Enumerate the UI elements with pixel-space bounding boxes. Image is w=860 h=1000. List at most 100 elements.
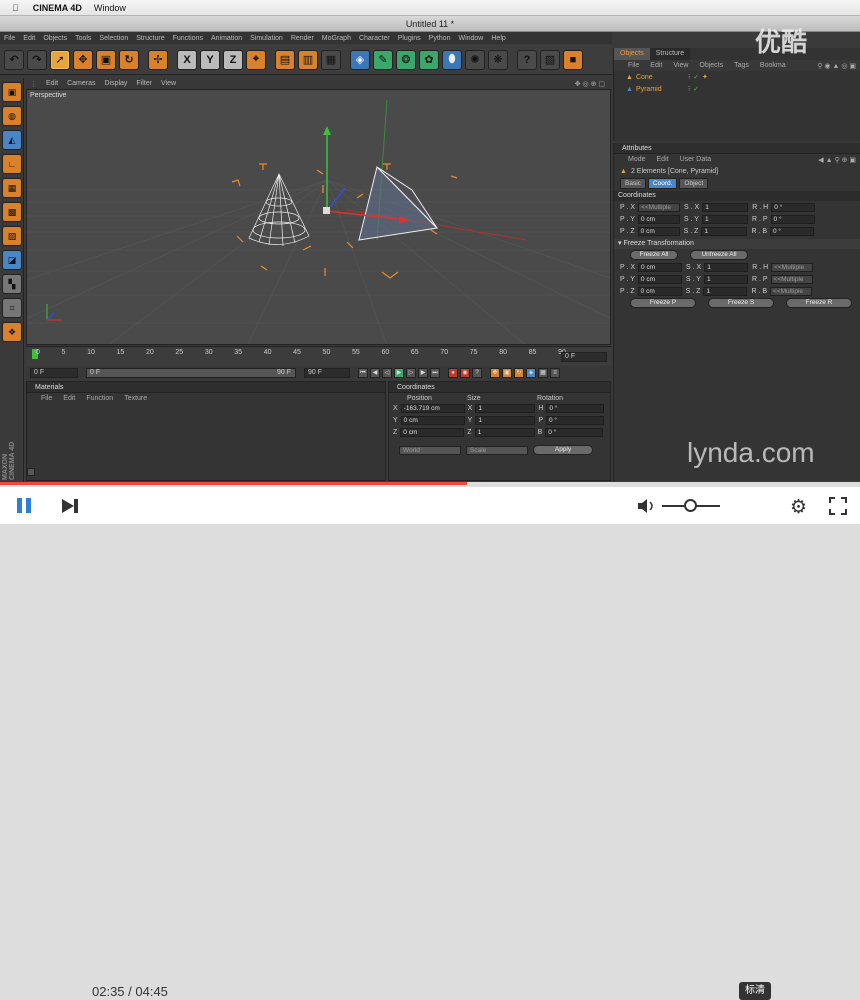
go-to-end-icon[interactable]: ⏭ xyxy=(430,368,440,378)
spline-pen-icon[interactable]: ✎ xyxy=(373,49,393,70)
object-row-pyramid[interactable]: ▲ Pyramid ⁝ ✓ xyxy=(614,83,860,95)
size-x-field[interactable]: 1 xyxy=(475,403,536,413)
obj-menu-view[interactable]: View xyxy=(673,62,688,69)
menu-simulation[interactable]: Simulation xyxy=(250,35,283,42)
pause-icon[interactable] xyxy=(16,497,34,515)
scale-dropdown[interactable]: Scale xyxy=(466,445,528,455)
fullscreen-icon[interactable] xyxy=(828,496,848,516)
obj-menu-bookmarks[interactable]: Bookma xyxy=(760,62,786,69)
mat-menu-edit[interactable]: Edit xyxy=(63,395,75,402)
array-icon[interactable]: ✿ xyxy=(419,49,439,70)
vp-menu-filter[interactable]: Filter xyxy=(136,80,152,87)
menu-tools[interactable]: Tools xyxy=(75,35,91,42)
y-axis-button[interactable]: Y xyxy=(200,49,220,70)
key-scale-icon[interactable]: ▣ xyxy=(502,368,512,378)
points-mode-icon[interactable]: ▦ xyxy=(2,178,22,198)
perspective-viewport[interactable]: Perspective xyxy=(26,89,611,345)
light-icon[interactable]: ▧ xyxy=(540,49,560,70)
rotation-p-field[interactable]: 0 ° xyxy=(546,415,605,425)
render-view-icon[interactable]: ▤ xyxy=(275,49,295,70)
key-pla-icon[interactable]: ▦ xyxy=(538,368,548,378)
attr-r-b-field[interactable]: 0 ° xyxy=(770,226,814,236)
freeze-s-button[interactable]: Freeze S xyxy=(708,298,774,308)
python-icon[interactable]: ■ xyxy=(563,49,583,70)
apply-button[interactable]: Apply xyxy=(533,445,593,455)
material-scroll-handle[interactable] xyxy=(27,468,35,476)
volume-icon[interactable] xyxy=(636,497,656,515)
freeze-transformation-header[interactable]: ▾ Freeze Transformation xyxy=(614,239,860,249)
subdivision-surface-icon[interactable]: ❂ xyxy=(396,49,416,70)
attr-p-z-field[interactable]: 0 cm xyxy=(637,226,680,236)
menu-help[interactable]: Help xyxy=(491,35,505,42)
obj-menu-tags[interactable]: Tags xyxy=(734,62,749,69)
menu-selection[interactable]: Selection xyxy=(99,35,128,42)
edges-mode-icon[interactable]: ▩ xyxy=(2,202,22,222)
freeze-p-x-field[interactable]: 0 cm xyxy=(638,262,683,272)
phong-tag-icon[interactable]: ✦ xyxy=(702,73,708,81)
attr-p-x-field[interactable]: <<Multiple xyxy=(638,202,681,212)
play-icon[interactable]: ▶ xyxy=(394,368,404,378)
move-tool-icon[interactable]: ✥ xyxy=(73,49,93,70)
x-axis-button[interactable]: X xyxy=(177,49,197,70)
position-x-field[interactable]: -163.719 cm xyxy=(400,403,465,413)
make-editable-icon[interactable]: ▣ xyxy=(2,82,22,102)
volume-knob[interactable] xyxy=(684,499,697,512)
menu-window[interactable]: Window xyxy=(458,35,483,42)
texture-mode-icon[interactable]: ◭ xyxy=(2,130,22,150)
tab-structure[interactable]: Structure xyxy=(649,48,691,60)
prev-frame-icon[interactable]: ◁ xyxy=(382,368,392,378)
timeline-menu-icon[interactable]: ≡ xyxy=(550,368,560,378)
vp-menu-display[interactable]: Display xyxy=(104,80,127,87)
vp-menu-cameras[interactable]: Cameras xyxy=(67,80,95,87)
app-menu[interactable]: CINEMA 4D xyxy=(33,3,82,13)
key-rotation-icon[interactable]: ↻ xyxy=(514,368,524,378)
menu-edit[interactable]: Edit xyxy=(23,35,35,42)
polygons-mode-icon[interactable]: ▨ xyxy=(2,226,22,246)
attr-r-h-field[interactable]: 0 ° xyxy=(771,202,816,212)
render-settings-icon[interactable]: ▦ xyxy=(321,49,341,70)
end-frame-field[interactable]: 90 F xyxy=(304,368,350,378)
next-frame-icon[interactable]: ▷ xyxy=(406,368,416,378)
search-icon[interactable]: ⚲ ◉ ▲ ◎ ▣ xyxy=(817,62,856,70)
camera-icon[interactable]: ? xyxy=(517,49,537,70)
scene-icon[interactable]: ❋ xyxy=(488,49,508,70)
scale-tool-icon[interactable]: ▣ xyxy=(96,49,116,70)
attr-s-z-field[interactable]: 1 xyxy=(701,226,748,236)
menu-objects[interactable]: Objects xyxy=(43,35,67,42)
tab-coord[interactable]: Coord. xyxy=(647,177,678,189)
next-key-icon[interactable]: ▶ xyxy=(418,368,428,378)
position-z-field[interactable]: 0 cm xyxy=(400,427,465,437)
mat-menu-file[interactable]: File xyxy=(41,395,52,402)
model-mode-icon[interactable]: ◍ xyxy=(2,106,22,126)
render-picture-viewer-icon[interactable]: ▥ xyxy=(298,49,318,70)
deformer-icon[interactable]: ✺ xyxy=(465,49,485,70)
freeze-r-p-field[interactable]: <<Multiple xyxy=(770,274,813,284)
object-row-cone[interactable]: ▲ Cone ⁝ ✓ ✦ xyxy=(614,71,860,83)
range-slider[interactable]: 0 F 90 F xyxy=(86,368,296,378)
freeze-s-y-field[interactable]: 1 xyxy=(703,274,748,284)
viewport-nav-icons[interactable]: ✥ ◎ ⊕ ▢ xyxy=(575,80,605,88)
attr-menu-mode[interactable]: Mode xyxy=(628,156,646,163)
nurbs-icon[interactable]: ⬮ xyxy=(442,49,462,70)
recent-tools-icon[interactable]: ✢ xyxy=(148,49,168,70)
select-tool-icon[interactable]: ➚ xyxy=(50,49,70,70)
key-position-icon[interactable]: ✥ xyxy=(490,368,500,378)
obj-menu-file[interactable]: File xyxy=(628,62,639,69)
attr-s-x-field[interactable]: 1 xyxy=(702,202,749,212)
gear-icon[interactable]: ⚙ xyxy=(790,496,807,519)
coordinate-system-icon[interactable]: ⌖ xyxy=(246,49,266,70)
rotation-h-field[interactable]: 0 ° xyxy=(546,403,605,413)
quantize-icon[interactable]: ❖ xyxy=(2,322,22,342)
current-frame-field[interactable]: 0 F xyxy=(561,352,607,362)
freeze-p-button[interactable]: Freeze P xyxy=(630,298,696,308)
snap-icon[interactable]: ⌗ xyxy=(2,298,22,318)
next-icon[interactable] xyxy=(60,497,80,515)
cube-icon[interactable]: ◈ xyxy=(350,49,370,70)
menu-character[interactable]: Character xyxy=(359,35,390,42)
world-dropdown[interactable]: World xyxy=(399,445,461,455)
size-y-field[interactable]: 1 xyxy=(475,415,536,425)
axis-mode-icon[interactable]: ◪ xyxy=(2,250,22,270)
key-param-icon[interactable]: ◈ xyxy=(526,368,536,378)
menu-animation[interactable]: Animation xyxy=(211,35,242,42)
z-axis-button[interactable]: Z xyxy=(223,49,243,70)
